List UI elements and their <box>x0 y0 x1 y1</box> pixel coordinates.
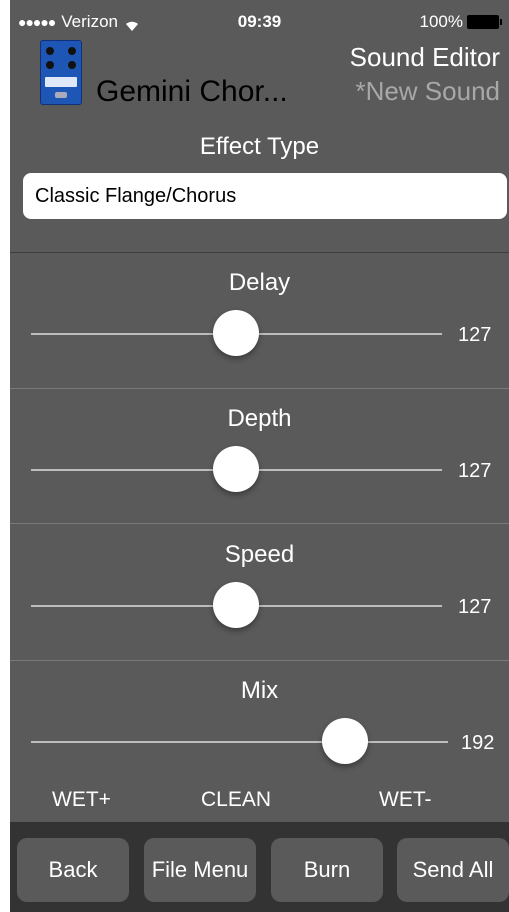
effect-type-label: Effect Type <box>199 133 320 160</box>
gemini-chorus-pedal-icon <box>40 40 82 105</box>
mix-clean-label: CLEAN <box>201 788 272 811</box>
depth-slider-thumb[interactable] <box>212 446 259 492</box>
burn-button[interactable]: Burn <box>271 838 383 902</box>
battery-icon <box>467 15 502 29</box>
bottom-toolbar: Back File Menu Burn Send All <box>10 822 509 912</box>
status-bar: ●●●●● Verizon 09:39 100% <box>10 0 509 40</box>
speed-value: 127 <box>458 596 492 618</box>
mix-wet-plus-label: WET+ <box>52 788 111 811</box>
delay-slider-thumb[interactable] <box>212 310 259 356</box>
pedal-knob-icon <box>68 61 76 69</box>
mix-label: Mix <box>240 677 279 704</box>
page-title: Sound Editor <box>349 42 500 72</box>
pedal-knob-icon <box>46 47 54 55</box>
divider <box>10 660 509 661</box>
divider <box>10 252 509 253</box>
depth-value: 127 <box>458 460 492 482</box>
pedal-footswitch <box>55 92 67 98</box>
speed-slider-thumb[interactable] <box>212 582 259 628</box>
pedal-label-plate <box>45 77 77 87</box>
file-menu-button[interactable]: File Menu <box>144 838 256 902</box>
mix-value: 192 <box>461 732 495 754</box>
device-name: Gemini Chor... <box>96 75 288 108</box>
battery-group: 100% <box>419 12 502 32</box>
mix-wet-minus-label: WET- <box>379 788 432 811</box>
mix-slider-track[interactable] <box>31 741 448 743</box>
send-all-button[interactable]: Send All <box>397 838 509 902</box>
delay-value: 127 <box>458 324 492 346</box>
battery-percent: 100% <box>419 12 463 31</box>
delay-label: Delay <box>228 269 291 296</box>
sound-name: *New Sound <box>355 76 500 106</box>
effect-type-selector[interactable]: Classic Flange/Chorus <box>23 173 507 219</box>
divider <box>10 523 509 524</box>
back-button[interactable]: Back <box>17 838 129 902</box>
sound-editor-screen: ●●●●● Verizon 09:39 100% Gemini Chor... … <box>10 0 509 912</box>
divider <box>10 388 509 389</box>
speed-label: Speed <box>224 541 295 568</box>
mix-slider-thumb[interactable] <box>321 718 368 764</box>
pedal-knob-icon <box>68 47 76 55</box>
pedal-knob-icon <box>46 61 54 69</box>
depth-label: Depth <box>227 405 292 432</box>
